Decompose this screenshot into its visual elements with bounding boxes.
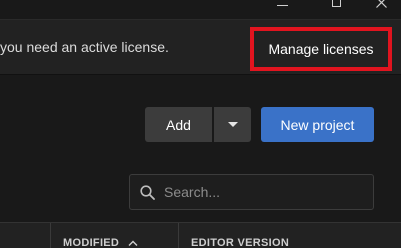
search-box [129, 174, 374, 210]
close-icon [375, 0, 387, 8]
projects-table-header: MODIFIED EDITOR VERSION [0, 222, 401, 248]
sort-asc-icon [128, 240, 138, 246]
add-button-group: Add [145, 107, 251, 142]
unity-hub-projects-view: you need an active license. Manage licen… [0, 0, 401, 248]
column-divider [178, 223, 179, 248]
maximize-icon [331, 0, 341, 7]
minimize-button[interactable] [266, 0, 298, 10]
add-button[interactable]: Add [145, 107, 212, 142]
maximize-button[interactable] [320, 0, 352, 10]
new-project-button[interactable]: New project [261, 107, 374, 142]
caret-down-icon [227, 121, 238, 127]
column-header-label: EDITOR VERSION [191, 237, 290, 248]
column-divider [50, 223, 51, 248]
minimize-icon [276, 4, 288, 6]
add-dropdown-button[interactable] [214, 107, 251, 142]
close-button[interactable] [365, 0, 397, 10]
search-icon [139, 184, 155, 200]
manage-licenses-button[interactable]: Manage licenses [254, 31, 388, 67]
column-header-editor-version[interactable]: EDITOR VERSION [191, 237, 289, 248]
search-input[interactable] [164, 180, 364, 204]
column-header-modified[interactable]: MODIFIED [63, 237, 138, 248]
title-bar [0, 0, 401, 18]
license-banner-text: you need an active license. [0, 39, 169, 55]
column-header-label: MODIFIED [63, 237, 120, 248]
